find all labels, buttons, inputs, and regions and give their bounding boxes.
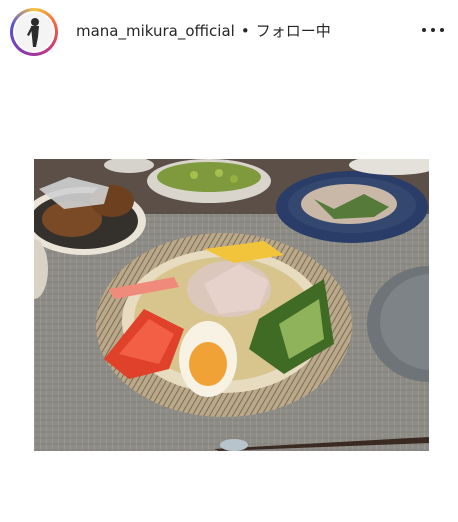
food-photo — [34, 159, 429, 451]
avatar[interactable] — [10, 8, 58, 56]
username-link[interactable]: mana_mikura_official — [76, 22, 235, 40]
separator-dot: • — [240, 22, 250, 40]
following-button[interactable]: フォロー中 — [256, 22, 331, 40]
avatar-image — [15, 13, 53, 51]
post-author-line: mana_mikura_official • フォロー中 — [76, 20, 331, 41]
dot — [422, 28, 426, 32]
avatar-border — [13, 11, 55, 53]
post-header: mana_mikura_official • フォロー中 — [0, 0, 458, 62]
ellipsis-icon[interactable] — [422, 22, 444, 38]
dot — [431, 28, 435, 32]
post-image[interactable] — [34, 159, 429, 451]
avatar-person-icon — [15, 13, 53, 51]
dot — [440, 28, 444, 32]
